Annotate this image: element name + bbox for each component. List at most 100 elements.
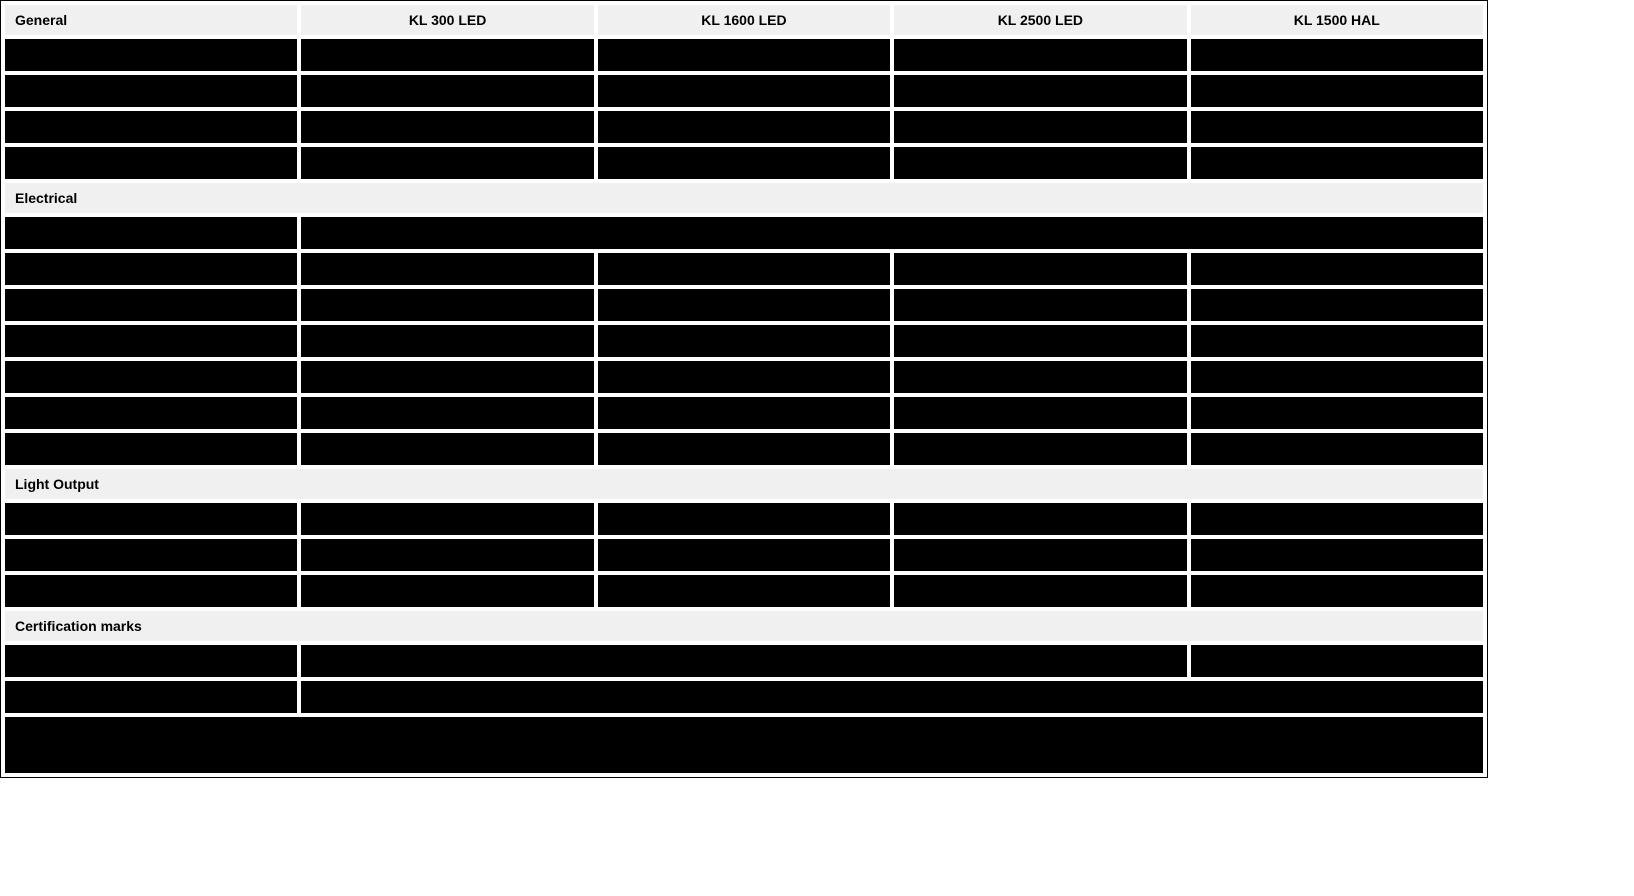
cell — [5, 147, 297, 179]
section-row: Certification marks — [5, 611, 1483, 641]
cell — [598, 325, 890, 357]
cell — [5, 361, 297, 393]
cell — [5, 75, 297, 107]
cell — [1191, 433, 1483, 465]
cell — [598, 289, 890, 321]
cell — [598, 539, 890, 571]
cell — [894, 75, 1186, 107]
section-title: General — [5, 5, 297, 35]
table-row — [5, 575, 1483, 607]
cell — [301, 289, 593, 321]
cell — [598, 503, 890, 535]
cell — [5, 253, 297, 285]
cell — [598, 433, 890, 465]
table-row — [5, 681, 1483, 713]
cell — [1191, 75, 1483, 107]
cell — [598, 397, 890, 429]
cell — [894, 539, 1186, 571]
section-row: Light Output — [5, 469, 1483, 499]
cell — [5, 325, 297, 357]
cell — [301, 253, 593, 285]
column-header: KL 1600 LED — [598, 5, 890, 35]
column-header: KL 300 LED — [301, 5, 593, 35]
cell — [5, 217, 297, 249]
cell — [301, 111, 593, 143]
table-row — [5, 503, 1483, 535]
column-header: KL 1500 HAL — [1191, 5, 1483, 35]
cell — [598, 147, 890, 179]
cell — [5, 575, 297, 607]
spec-table: GeneralKL 300 LEDKL 1600 LEDKL 2500 LEDK… — [1, 1, 1487, 777]
cell — [301, 681, 1483, 713]
cell — [5, 717, 1483, 773]
cell — [5, 681, 297, 713]
cell — [301, 503, 593, 535]
cell — [301, 325, 593, 357]
cell — [1191, 645, 1483, 677]
table-row — [5, 397, 1483, 429]
cell — [598, 253, 890, 285]
spec-table-container: GeneralKL 300 LEDKL 1600 LEDKL 2500 LEDK… — [0, 0, 1488, 778]
table-row — [5, 645, 1483, 677]
section-row: Electrical — [5, 183, 1483, 213]
cell — [598, 575, 890, 607]
cell — [301, 147, 593, 179]
cell — [894, 253, 1186, 285]
cell — [894, 433, 1186, 465]
cell — [301, 75, 593, 107]
section-title: Electrical — [5, 183, 1483, 213]
table-row — [5, 539, 1483, 571]
table-row — [5, 111, 1483, 143]
table-row — [5, 217, 1483, 249]
cell — [5, 645, 297, 677]
cell — [1191, 361, 1483, 393]
cell — [301, 433, 593, 465]
cell — [5, 433, 297, 465]
table-row — [5, 433, 1483, 465]
cell — [1191, 39, 1483, 71]
cell — [894, 147, 1186, 179]
table-row — [5, 717, 1483, 773]
cell — [598, 111, 890, 143]
cell — [5, 503, 297, 535]
cell — [5, 289, 297, 321]
cell — [301, 397, 593, 429]
cell — [598, 39, 890, 71]
cell — [894, 575, 1186, 607]
cell — [894, 289, 1186, 321]
cell — [1191, 325, 1483, 357]
cell — [301, 39, 593, 71]
cell — [1191, 111, 1483, 143]
section-title: Certification marks — [5, 611, 1483, 641]
cell — [1191, 575, 1483, 607]
cell — [5, 397, 297, 429]
cell — [5, 111, 297, 143]
table-row — [5, 147, 1483, 179]
cell — [598, 361, 890, 393]
section-title: Light Output — [5, 469, 1483, 499]
cell — [894, 325, 1186, 357]
cell — [894, 397, 1186, 429]
table-row — [5, 325, 1483, 357]
cell — [1191, 503, 1483, 535]
column-header: KL 2500 LED — [894, 5, 1186, 35]
cell — [5, 39, 297, 71]
cell — [301, 539, 593, 571]
cell — [301, 645, 1186, 677]
cell — [1191, 397, 1483, 429]
cell — [894, 361, 1186, 393]
cell — [301, 575, 593, 607]
cell — [301, 361, 593, 393]
cell — [894, 111, 1186, 143]
cell — [1191, 253, 1483, 285]
cell — [894, 503, 1186, 535]
header-row: GeneralKL 300 LEDKL 1600 LEDKL 2500 LEDK… — [5, 5, 1483, 35]
table-row — [5, 75, 1483, 107]
table-row — [5, 39, 1483, 71]
cell — [1191, 289, 1483, 321]
cell — [598, 75, 890, 107]
table-row — [5, 361, 1483, 393]
table-row — [5, 253, 1483, 285]
cell — [1191, 539, 1483, 571]
cell — [5, 539, 297, 571]
